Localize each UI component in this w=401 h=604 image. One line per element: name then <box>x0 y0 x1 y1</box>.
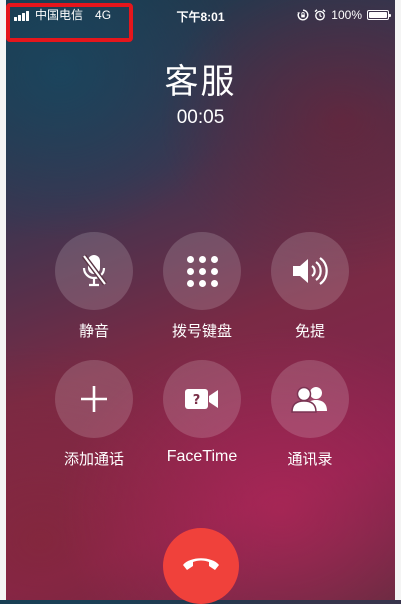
add-call-label: 添加通话 <box>63 450 124 468</box>
add-call-button[interactable]: 添加通话 <box>54 360 134 469</box>
contacts-label: 通讯录 <box>287 450 333 468</box>
add-call-button-circle[interactable] <box>55 360 133 438</box>
keypad-button[interactable]: 拨号键盘 <box>162 232 242 341</box>
battery-percent: 100% <box>331 8 362 22</box>
rotation-lock-icon <box>297 9 309 21</box>
contacts-button[interactable]: 通讯录 <box>270 360 350 469</box>
mute-button-circle[interactable] <box>55 232 133 310</box>
end-call-icon <box>183 558 219 570</box>
speaker-label: 免提 <box>294 322 325 340</box>
facetime-button-circle[interactable]: ? <box>163 360 241 438</box>
microphone-muted-icon <box>82 254 107 287</box>
facetime-label: FaceTime <box>166 448 238 465</box>
caller-name: 客服 <box>164 62 237 102</box>
end-call-button[interactable] <box>163 528 239 604</box>
mute-button[interactable]: 静音 <box>54 232 134 341</box>
alarm-icon <box>314 9 326 21</box>
call-duration: 00:05 <box>176 107 225 128</box>
keypad-label: 拨号键盘 <box>171 322 232 340</box>
battery-level <box>369 12 387 18</box>
speaker-icon <box>293 257 328 285</box>
svg-text:?: ? <box>193 393 201 408</box>
plus-icon <box>81 386 107 412</box>
facetime-camera-icon: ? <box>185 389 218 409</box>
keypad-icon <box>186 255 218 287</box>
keypad-button-circle[interactable] <box>163 232 241 310</box>
speaker-button[interactable]: 免提 <box>270 232 350 341</box>
facetime-button[interactable]: ? FaceTime <box>162 360 242 466</box>
battery-icon <box>367 10 391 20</box>
speaker-button-circle[interactable] <box>271 232 349 310</box>
status-right: 100% <box>297 8 391 22</box>
contacts-button-circle[interactable] <box>271 360 349 438</box>
contacts-icon <box>291 386 327 413</box>
highlight-annotation-box <box>6 3 133 42</box>
mute-label: 静音 <box>78 322 109 340</box>
